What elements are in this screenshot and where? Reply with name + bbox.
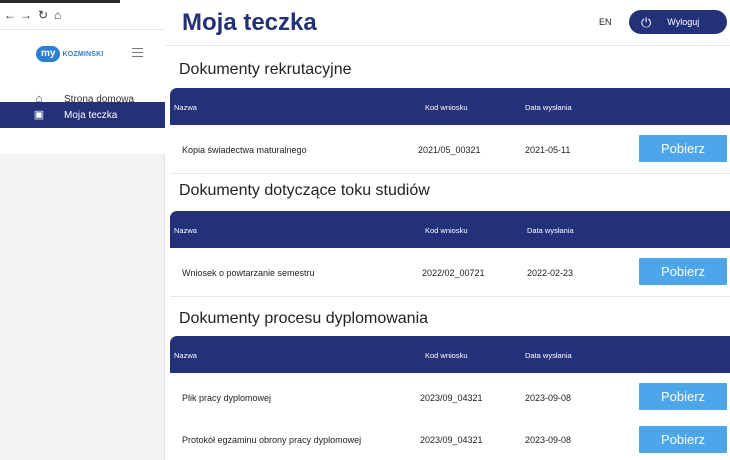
document-name: Wniosek o powtarzanie semestru xyxy=(182,268,315,278)
application-code: 2021/05_00321 xyxy=(418,145,481,155)
logout-button[interactable]: ⏻ Wyloguj xyxy=(629,10,727,34)
table-row: Protokół egzaminu obrony pracy dyplomowe… xyxy=(170,418,730,460)
folder-icon: ▣ xyxy=(33,108,45,121)
menu-toggle-icon[interactable] xyxy=(132,48,143,57)
document-name: Kopia świadectwa maturalnego xyxy=(182,145,307,155)
browser-tab-indicator xyxy=(0,0,120,3)
table-row: Plik pracy dyplomowej 2023/09_04321 2023… xyxy=(170,374,730,422)
main-content: Moja teczka EN ⏻ Wyloguj Dokumenty rekru… xyxy=(165,0,730,460)
forward-icon[interactable]: → xyxy=(20,9,32,21)
column-name: Nazwa xyxy=(174,226,197,235)
sent-date: 2023-09-08 xyxy=(525,435,572,445)
sent-date: 2022-02-23 xyxy=(527,268,574,278)
sidebar: my KOZMINSKI ⌂ Strona domowa ▣ Moja tecz… xyxy=(0,30,165,460)
section-title: Dokumenty dotyczące toku studiów xyxy=(179,182,430,199)
back-icon[interactable]: ← xyxy=(4,9,16,21)
download-button[interactable]: Pobierz xyxy=(639,383,727,410)
section-title: Dokumenty rekrutacyjne xyxy=(179,61,352,78)
language-switch[interactable]: EN xyxy=(599,17,612,27)
download-button[interactable]: Pobierz xyxy=(639,258,727,285)
table-row: Wniosek o powtarzanie semestru 2022/02_0… xyxy=(170,249,730,297)
column-date: Data wysłania xyxy=(525,351,572,360)
column-date: Data wysłania xyxy=(525,103,572,112)
sent-date: 2021-05-11 xyxy=(525,145,571,155)
document-name: Protokół egzaminu obrony pracy dyplomowe… xyxy=(182,435,362,445)
power-icon: ⏻ xyxy=(641,14,652,30)
column-date: Data wysłania xyxy=(527,226,574,235)
column-name: Nazwa xyxy=(174,103,197,112)
sidebar-item-moja-teczka[interactable]: ▣ Moja teczka xyxy=(0,102,165,128)
table-header: Nazwa Kod wniosku Data wysłania xyxy=(170,88,730,125)
download-button[interactable]: Pobierz xyxy=(639,135,727,162)
logout-label: Wyloguj xyxy=(667,17,700,27)
home-page-icon[interactable]: ⌂ xyxy=(54,9,61,21)
logo-brand: KOZMINSKI xyxy=(62,50,104,58)
sidebar-item-label: Moja teczka xyxy=(64,109,118,121)
download-button[interactable]: Pobierz xyxy=(639,426,727,453)
logo-my: my xyxy=(36,46,61,62)
table-header: Nazwa Kod wniosku Data wysłania xyxy=(170,336,730,373)
application-code: 2023/09_04321 xyxy=(420,435,483,445)
page-header: Moja teczka EN ⏻ Wyloguj xyxy=(165,0,730,46)
reload-icon[interactable]: ↻ xyxy=(38,9,48,21)
column-code: Kod wniosku xyxy=(425,103,468,112)
mykozminski-logo[interactable]: my KOZMINSKI xyxy=(36,44,104,64)
browser-toolbar: ← → ↻ ⌂ xyxy=(0,0,165,30)
column-name: Nazwa xyxy=(174,351,197,360)
column-code: Kod wniosku xyxy=(425,351,468,360)
application-code: 2023/09_04321 xyxy=(420,393,483,403)
sent-date: 2023-09-08 xyxy=(525,393,572,403)
page-title: Moja teczka xyxy=(182,9,317,36)
table-header: Nazwa Kod wniosku Data wysłania xyxy=(170,211,730,248)
table-row: Kopia świadectwa maturalnego 2021/05_003… xyxy=(170,126,730,174)
document-name: Plik pracy dyplomowej xyxy=(182,393,272,403)
section-title: Dokumenty procesu dyplomowania xyxy=(179,310,429,327)
application-code: 2022/02_00721 xyxy=(422,268,485,278)
column-code: Kod wniosku xyxy=(425,226,468,235)
